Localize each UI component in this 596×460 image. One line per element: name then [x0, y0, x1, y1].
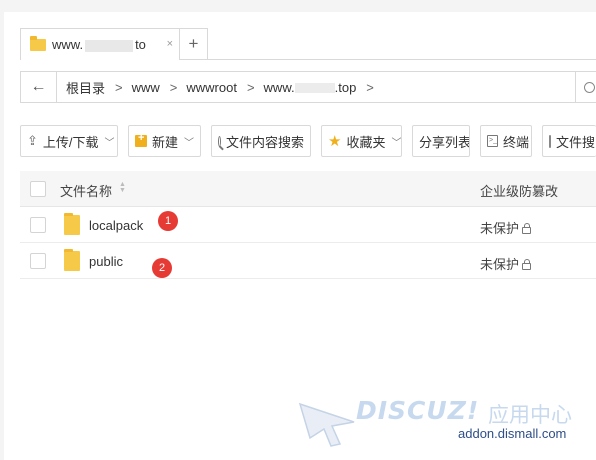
tab-title: www. to — [52, 37, 146, 52]
favorites-label: 收藏夹 — [346, 134, 386, 150]
upload-download-button[interactable]: ⇪ 上传/下载 ﹀ — [20, 125, 118, 157]
search-icon — [218, 135, 221, 147]
star-icon: ★ — [328, 133, 342, 150]
breadcrumb-site[interactable]: www. .top — [264, 80, 357, 95]
tab-divider — [208, 59, 596, 60]
close-icon[interactable]: × — [167, 38, 173, 50]
breadcrumb-separator: > — [169, 79, 178, 95]
content-search-button[interactable]: 文件内容搜索 — [211, 125, 311, 157]
breadcrumb-separator: > — [115, 79, 123, 95]
table-row[interactable]: localpack 未保护 — [20, 207, 596, 243]
new-folder-icon — [135, 132, 147, 147]
upload-icon: ⇪ — [27, 133, 38, 148]
select-all-checkbox[interactable] — [30, 181, 46, 197]
search-icon — [584, 81, 595, 93]
folder-icon — [64, 249, 80, 271]
folder-icon — [30, 35, 46, 51]
annotation-badge-2: 2 — [152, 258, 172, 278]
protection-status[interactable]: 未保护 — [480, 254, 532, 273]
tab-current-site[interactable]: www. to × — [20, 28, 180, 60]
watermark-url: addon.dismall.com — [458, 426, 567, 441]
share-list-button[interactable]: 分享列表 — [412, 125, 470, 157]
file-name[interactable]: localpack — [89, 218, 143, 233]
chevron-down-icon: ﹀ — [184, 137, 194, 149]
terminal-button[interactable]: >_ 终端 — [480, 125, 532, 157]
favorites-button[interactable]: ★ 收藏夹 ﹀ — [321, 125, 402, 157]
watermark-logo: DISCUZ! 应用中心 addon.dismall.com — [298, 396, 588, 452]
annotation-badge-1: 1 — [158, 211, 178, 231]
file-search-label: 文件搜 — [556, 134, 596, 150]
document-icon — [549, 134, 551, 148]
watermark-cn: 应用中心 — [488, 404, 572, 427]
chevron-down-icon: ﹀ — [104, 137, 115, 149]
table-row[interactable]: public 未保护 — [20, 243, 596, 279]
protection-status[interactable]: 未保护 — [480, 218, 532, 237]
column-header-name[interactable]: 文件名称 — [60, 181, 112, 200]
new-button[interactable]: 新建 ﹀ — [128, 125, 201, 157]
folder-icon — [64, 213, 80, 235]
unlock-icon — [522, 259, 532, 270]
row-checkbox[interactable] — [30, 253, 46, 269]
tab-title-suffix: to — [135, 37, 146, 52]
path-search-button[interactable] — [575, 72, 596, 102]
terminal-icon: >_ — [487, 135, 498, 147]
breadcrumb-separator: > — [366, 79, 374, 95]
breadcrumb-root[interactable]: 根目录 — [66, 78, 105, 97]
breadcrumb-site-prefix: www. — [263, 79, 295, 95]
protection-label: 未保护 — [480, 221, 520, 236]
address-bar: ← 根目录 > www > wwwroot > www. .top > — [20, 71, 596, 103]
chevron-down-icon: ﹀ — [391, 137, 402, 149]
add-tab-button[interactable]: + — [180, 28, 208, 60]
back-button[interactable]: ← — [21, 72, 57, 102]
file-search-button[interactable]: 文件搜 — [542, 125, 596, 157]
file-name[interactable]: public — [89, 254, 123, 269]
unlock-icon — [522, 223, 532, 234]
cursor-logo-icon — [298, 402, 355, 447]
sort-icon[interactable]: ▲ ▼ — [119, 181, 126, 194]
tab-title-prefix: www. — [52, 37, 84, 52]
row-checkbox[interactable] — [30, 217, 46, 233]
breadcrumb-site-suffix: .top — [334, 79, 357, 95]
share-list-label: 分享列表 — [419, 134, 470, 150]
column-header-protection: 企业级防篡改 — [480, 184, 559, 199]
upload-download-label: 上传/下载 — [42, 134, 99, 150]
breadcrumb-separator: > — [246, 79, 255, 95]
breadcrumb-www[interactable]: www — [132, 80, 160, 95]
breadcrumb-wwwroot[interactable]: wwwroot — [186, 80, 237, 95]
table-header: 文件名称 ▲ ▼ 企业级防篡改 — [20, 171, 596, 207]
watermark-brand: DISCUZ! — [356, 396, 480, 425]
redacted-text — [294, 83, 335, 94]
content-search-label: 文件内容搜索 — [225, 134, 304, 150]
protection-label: 未保护 — [480, 257, 520, 272]
terminal-label: 终端 — [502, 134, 529, 150]
new-label: 新建 — [151, 134, 178, 150]
redacted-text — [85, 39, 134, 52]
